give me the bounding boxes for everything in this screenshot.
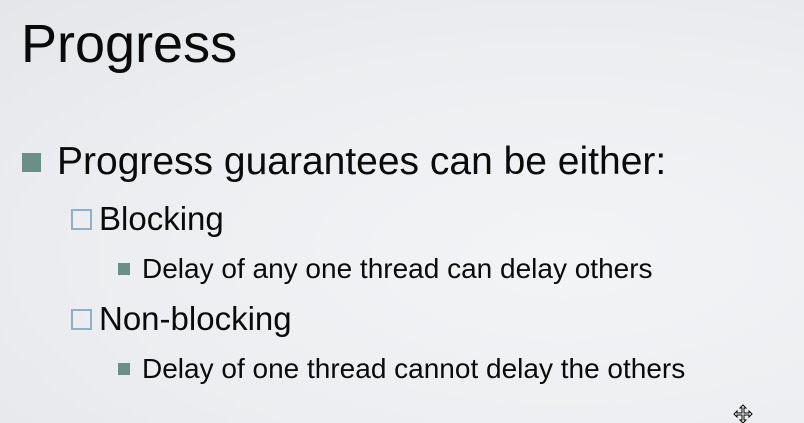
square-bullet-icon <box>118 363 130 375</box>
bullet-text: Delay of one thread cannot delay the oth… <box>142 353 686 384</box>
bullet-level2-nonblocking: Non-blocking <box>71 300 292 338</box>
hollow-square-bullet-icon <box>71 308 92 330</box>
hollow-square-bullet-icon <box>71 208 92 230</box>
bullet-level2-blocking: Blocking <box>71 200 224 238</box>
square-bullet-icon <box>22 152 41 172</box>
presentation-slide: Progress Progress guarantees can be eith… <box>0 0 804 423</box>
bullet-text: Progress guarantees can be either: <box>57 140 667 183</box>
bullet-text: Delay of any one thread can delay others <box>142 253 653 284</box>
square-bullet-icon <box>118 263 130 275</box>
move-cursor-icon <box>733 404 753 423</box>
bullet-level1: Progress guarantees can be either: <box>22 137 666 187</box>
bullet-level3-blocking-detail: Delay of any one thread can delay others <box>118 252 653 286</box>
bullet-text: Non-blocking <box>99 300 292 337</box>
bullet-level3-nonblocking-detail: Delay of one thread cannot delay the oth… <box>118 352 685 386</box>
bullet-text: Blocking <box>99 200 224 237</box>
slide-title: Progress <box>21 14 238 74</box>
